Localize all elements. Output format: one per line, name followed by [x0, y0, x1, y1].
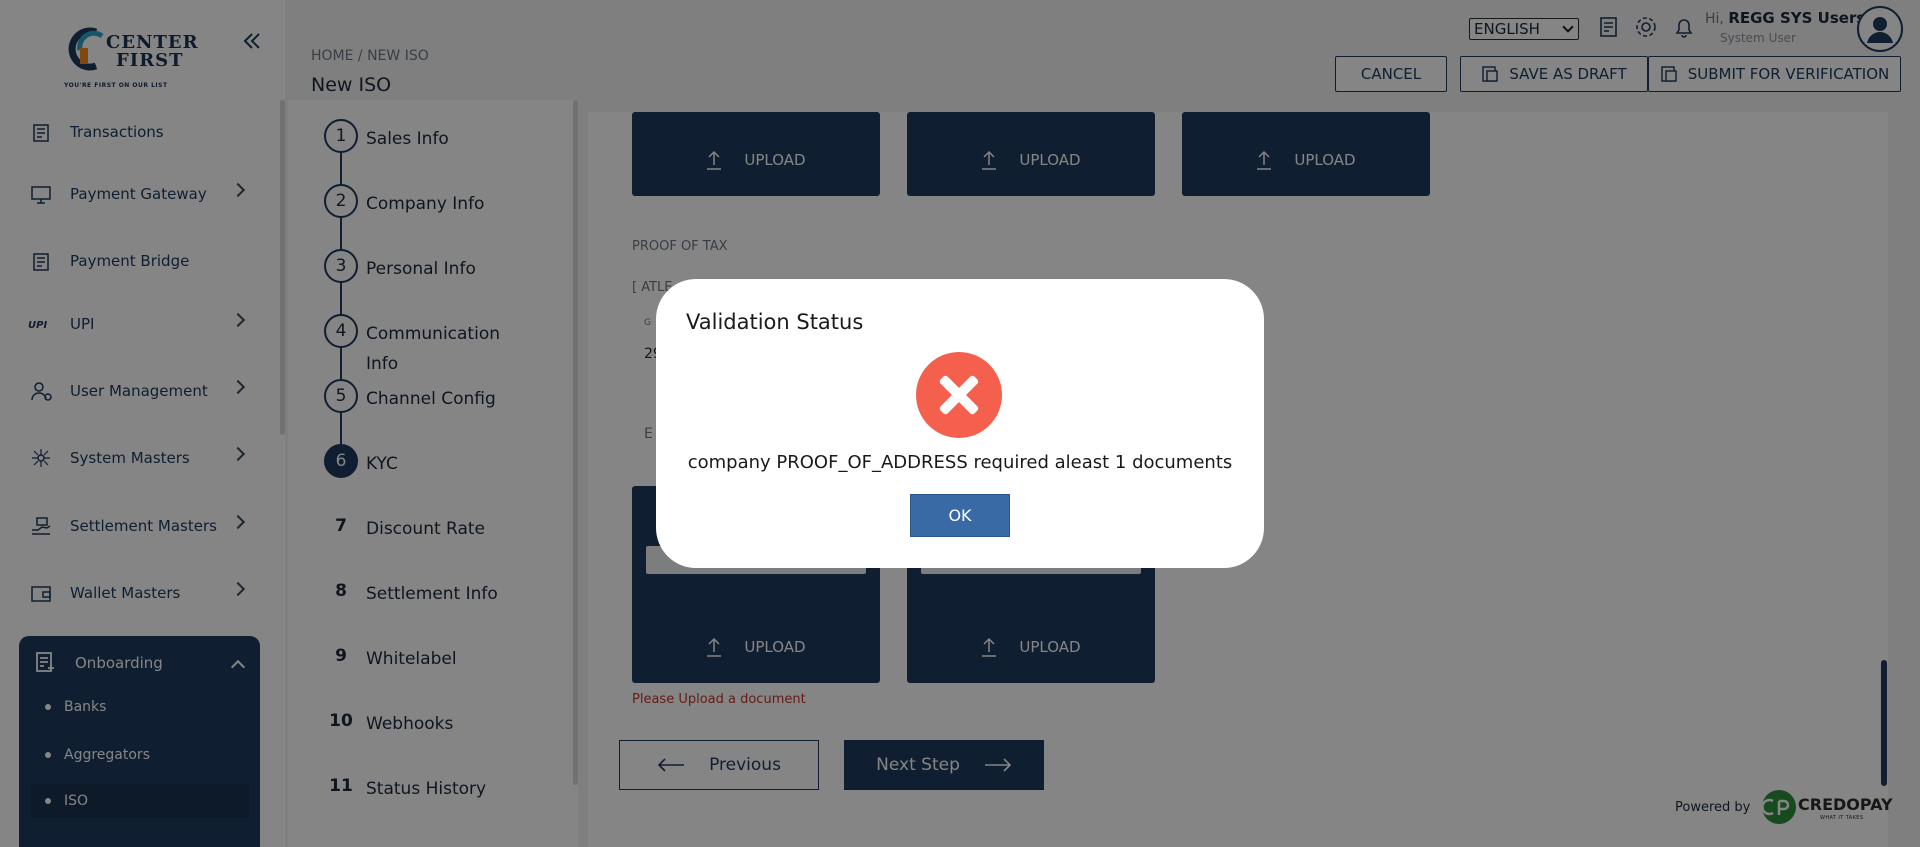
modal-title: Validation Status [686, 310, 864, 334]
validation-modal: Validation Status company PROOF_OF_ADDRE… [656, 279, 1264, 568]
ok-label: OK [948, 506, 972, 525]
error-x-icon [916, 352, 1002, 438]
modal-message: company PROOF_OF_ADDRESS required aleast… [687, 452, 1233, 473]
ok-button[interactable]: OK [910, 494, 1010, 537]
